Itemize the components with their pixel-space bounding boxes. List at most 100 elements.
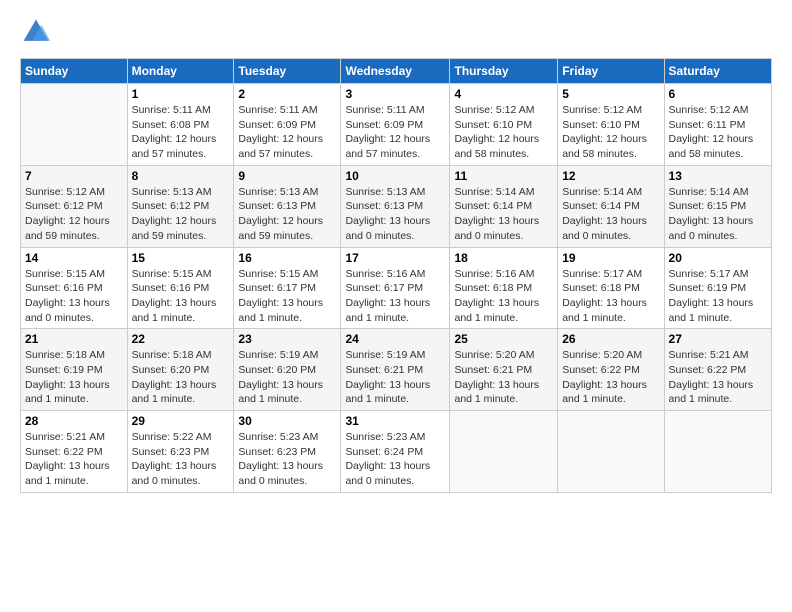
day-info: Sunrise: 5:14 AM Sunset: 6:14 PM Dayligh… [562,185,659,244]
calendar-week-row: 28Sunrise: 5:21 AM Sunset: 6:22 PM Dayli… [21,411,772,493]
day-info: Sunrise: 5:14 AM Sunset: 6:15 PM Dayligh… [669,185,767,244]
calendar-cell: 4 Sunrise: 5:12 AM Sunset: 6:10 PM Daylig… [450,84,558,166]
day-info: Sunrise: 5:23 AM Sunset: 6:24 PM Dayligh… [345,430,445,489]
day-info: Sunrise: 5:20 AM Sunset: 6:21 PM Dayligh… [454,348,553,407]
calendar-cell: 7 Sunrise: 5:12 AM Sunset: 6:12 PM Daylig… [21,165,128,247]
day-info: Sunrise: 5:18 AM Sunset: 6:20 PM Dayligh… [132,348,230,407]
calendar-cell: 3 Sunrise: 5:11 AM Sunset: 6:09 PM Daylig… [341,84,450,166]
day-info: Sunrise: 5:13 AM Sunset: 6:13 PM Dayligh… [238,185,336,244]
day-number: 25 [454,332,553,346]
day-info: Sunrise: 5:21 AM Sunset: 6:22 PM Dayligh… [669,348,767,407]
day-number: 10 [345,169,445,183]
day-number: 19 [562,251,659,265]
day-number: 18 [454,251,553,265]
day-info: Sunrise: 5:12 AM Sunset: 6:12 PM Dayligh… [25,185,123,244]
calendar-cell: 26 Sunrise: 5:20 AM Sunset: 6:22 PM Dayli… [558,329,664,411]
day-number: 16 [238,251,336,265]
calendar-cell: 15 Sunrise: 5:15 AM Sunset: 6:16 PM Dayli… [127,247,234,329]
day-info: Sunrise: 5:12 AM Sunset: 6:10 PM Dayligh… [454,103,553,162]
day-number: 3 [345,87,445,101]
calendar-cell: 14 Sunrise: 5:15 AM Sunset: 6:16 PM Dayli… [21,247,128,329]
day-info: Sunrise: 5:16 AM Sunset: 6:17 PM Dayligh… [345,267,445,326]
calendar-cell: 17Sunrise: 5:16 AM Sunset: 6:17 PM Dayli… [341,247,450,329]
day-number: 31 [345,414,445,428]
calendar-cell: 9Sunrise: 5:13 AM Sunset: 6:13 PM Daylig… [234,165,341,247]
calendar-cell: 16 Sunrise: 5:15 AM Sunset: 6:17 PM Dayli… [234,247,341,329]
day-info: Sunrise: 5:11 AM Sunset: 6:09 PM Dayligh… [345,103,445,162]
day-number: 4 [454,87,553,101]
day-info: Sunrise: 5:14 AM Sunset: 6:14 PM Dayligh… [454,185,553,244]
calendar-week-row: 1 Sunrise: 5:11 AM Sunset: 6:08 PM Daylig… [21,84,772,166]
calendar-cell: 25 Sunrise: 5:20 AM Sunset: 6:21 PM Dayli… [450,329,558,411]
day-info: Sunrise: 5:15 AM Sunset: 6:17 PM Dayligh… [238,267,336,326]
day-number: 7 [25,169,123,183]
calendar-week-row: 21Sunrise: 5:18 AM Sunset: 6:19 PM Dayli… [21,329,772,411]
calendar-cell: 10 Sunrise: 5:13 AM Sunset: 6:13 PM Dayli… [341,165,450,247]
day-number: 15 [132,251,230,265]
calendar-week-row: 7 Sunrise: 5:12 AM Sunset: 6:12 PM Daylig… [21,165,772,247]
calendar-cell: 29Sunrise: 5:22 AM Sunset: 6:23 PM Dayli… [127,411,234,493]
day-number: 20 [669,251,767,265]
weekday-sunday: Sunday [21,59,128,84]
calendar-cell: 19 Sunrise: 5:17 AM Sunset: 6:18 PM Dayli… [558,247,664,329]
calendar-cell: 22 Sunrise: 5:18 AM Sunset: 6:20 PM Dayli… [127,329,234,411]
weekday-tuesday: Tuesday [234,59,341,84]
calendar-cell: 5 Sunrise: 5:12 AM Sunset: 6:10 PM Daylig… [558,84,664,166]
day-number: 23 [238,332,336,346]
day-number: 27 [669,332,767,346]
day-info: Sunrise: 5:23 AM Sunset: 6:23 PM Dayligh… [238,430,336,489]
calendar-cell [450,411,558,493]
day-info: Sunrise: 5:13 AM Sunset: 6:13 PM Dayligh… [345,185,445,244]
day-info: Sunrise: 5:11 AM Sunset: 6:09 PM Dayligh… [238,103,336,162]
day-info: Sunrise: 5:15 AM Sunset: 6:16 PM Dayligh… [132,267,230,326]
weekday-friday: Friday [558,59,664,84]
day-number: 14 [25,251,123,265]
day-number: 26 [562,332,659,346]
weekday-header-row: SundayMondayTuesdayWednesdayThursdayFrid… [21,59,772,84]
calendar-cell: 12 Sunrise: 5:14 AM Sunset: 6:14 PM Dayli… [558,165,664,247]
day-info: Sunrise: 5:21 AM Sunset: 6:22 PM Dayligh… [25,430,123,489]
logo-icon [20,16,52,48]
day-info: Sunrise: 5:13 AM Sunset: 6:12 PM Dayligh… [132,185,230,244]
day-number: 1 [132,87,230,101]
day-number: 6 [669,87,767,101]
day-number: 5 [562,87,659,101]
day-info: Sunrise: 5:17 AM Sunset: 6:18 PM Dayligh… [562,267,659,326]
calendar-table: SundayMondayTuesdayWednesdayThursdayFrid… [20,58,772,493]
calendar-cell: 11 Sunrise: 5:14 AM Sunset: 6:14 PM Dayli… [450,165,558,247]
day-info: Sunrise: 5:11 AM Sunset: 6:08 PM Dayligh… [132,103,230,162]
calendar-cell: 18 Sunrise: 5:16 AM Sunset: 6:18 PM Dayli… [450,247,558,329]
calendar-cell: 24 Sunrise: 5:19 AM Sunset: 6:21 PM Dayli… [341,329,450,411]
day-number: 29 [132,414,230,428]
day-info: Sunrise: 5:16 AM Sunset: 6:18 PM Dayligh… [454,267,553,326]
day-info: Sunrise: 5:19 AM Sunset: 6:21 PM Dayligh… [345,348,445,407]
day-number: 24 [345,332,445,346]
calendar-cell [21,84,128,166]
calendar-cell [558,411,664,493]
weekday-monday: Monday [127,59,234,84]
calendar-cell: 21Sunrise: 5:18 AM Sunset: 6:19 PM Dayli… [21,329,128,411]
day-number: 8 [132,169,230,183]
calendar-cell: 30 Sunrise: 5:23 AM Sunset: 6:23 PM Dayli… [234,411,341,493]
calendar-cell: 8 Sunrise: 5:13 AM Sunset: 6:12 PM Daylig… [127,165,234,247]
calendar-cell: 28Sunrise: 5:21 AM Sunset: 6:22 PM Dayli… [21,411,128,493]
calendar-cell: 1 Sunrise: 5:11 AM Sunset: 6:08 PM Daylig… [127,84,234,166]
logo [20,16,56,48]
calendar-cell: 13Sunrise: 5:14 AM Sunset: 6:15 PM Dayli… [664,165,771,247]
day-number: 21 [25,332,123,346]
weekday-wednesday: Wednesday [341,59,450,84]
calendar-week-row: 14 Sunrise: 5:15 AM Sunset: 6:16 PM Dayli… [21,247,772,329]
day-info: Sunrise: 5:12 AM Sunset: 6:10 PM Dayligh… [562,103,659,162]
calendar-cell: 20Sunrise: 5:17 AM Sunset: 6:19 PM Dayli… [664,247,771,329]
calendar-cell: 31 Sunrise: 5:23 AM Sunset: 6:24 PM Dayli… [341,411,450,493]
day-number: 2 [238,87,336,101]
day-number: 11 [454,169,553,183]
day-number: 30 [238,414,336,428]
day-number: 22 [132,332,230,346]
day-info: Sunrise: 5:15 AM Sunset: 6:16 PM Dayligh… [25,267,123,326]
day-number: 12 [562,169,659,183]
day-info: Sunrise: 5:20 AM Sunset: 6:22 PM Dayligh… [562,348,659,407]
calendar-cell: 23Sunrise: 5:19 AM Sunset: 6:20 PM Dayli… [234,329,341,411]
calendar-cell: 2 Sunrise: 5:11 AM Sunset: 6:09 PM Daylig… [234,84,341,166]
weekday-saturday: Saturday [664,59,771,84]
